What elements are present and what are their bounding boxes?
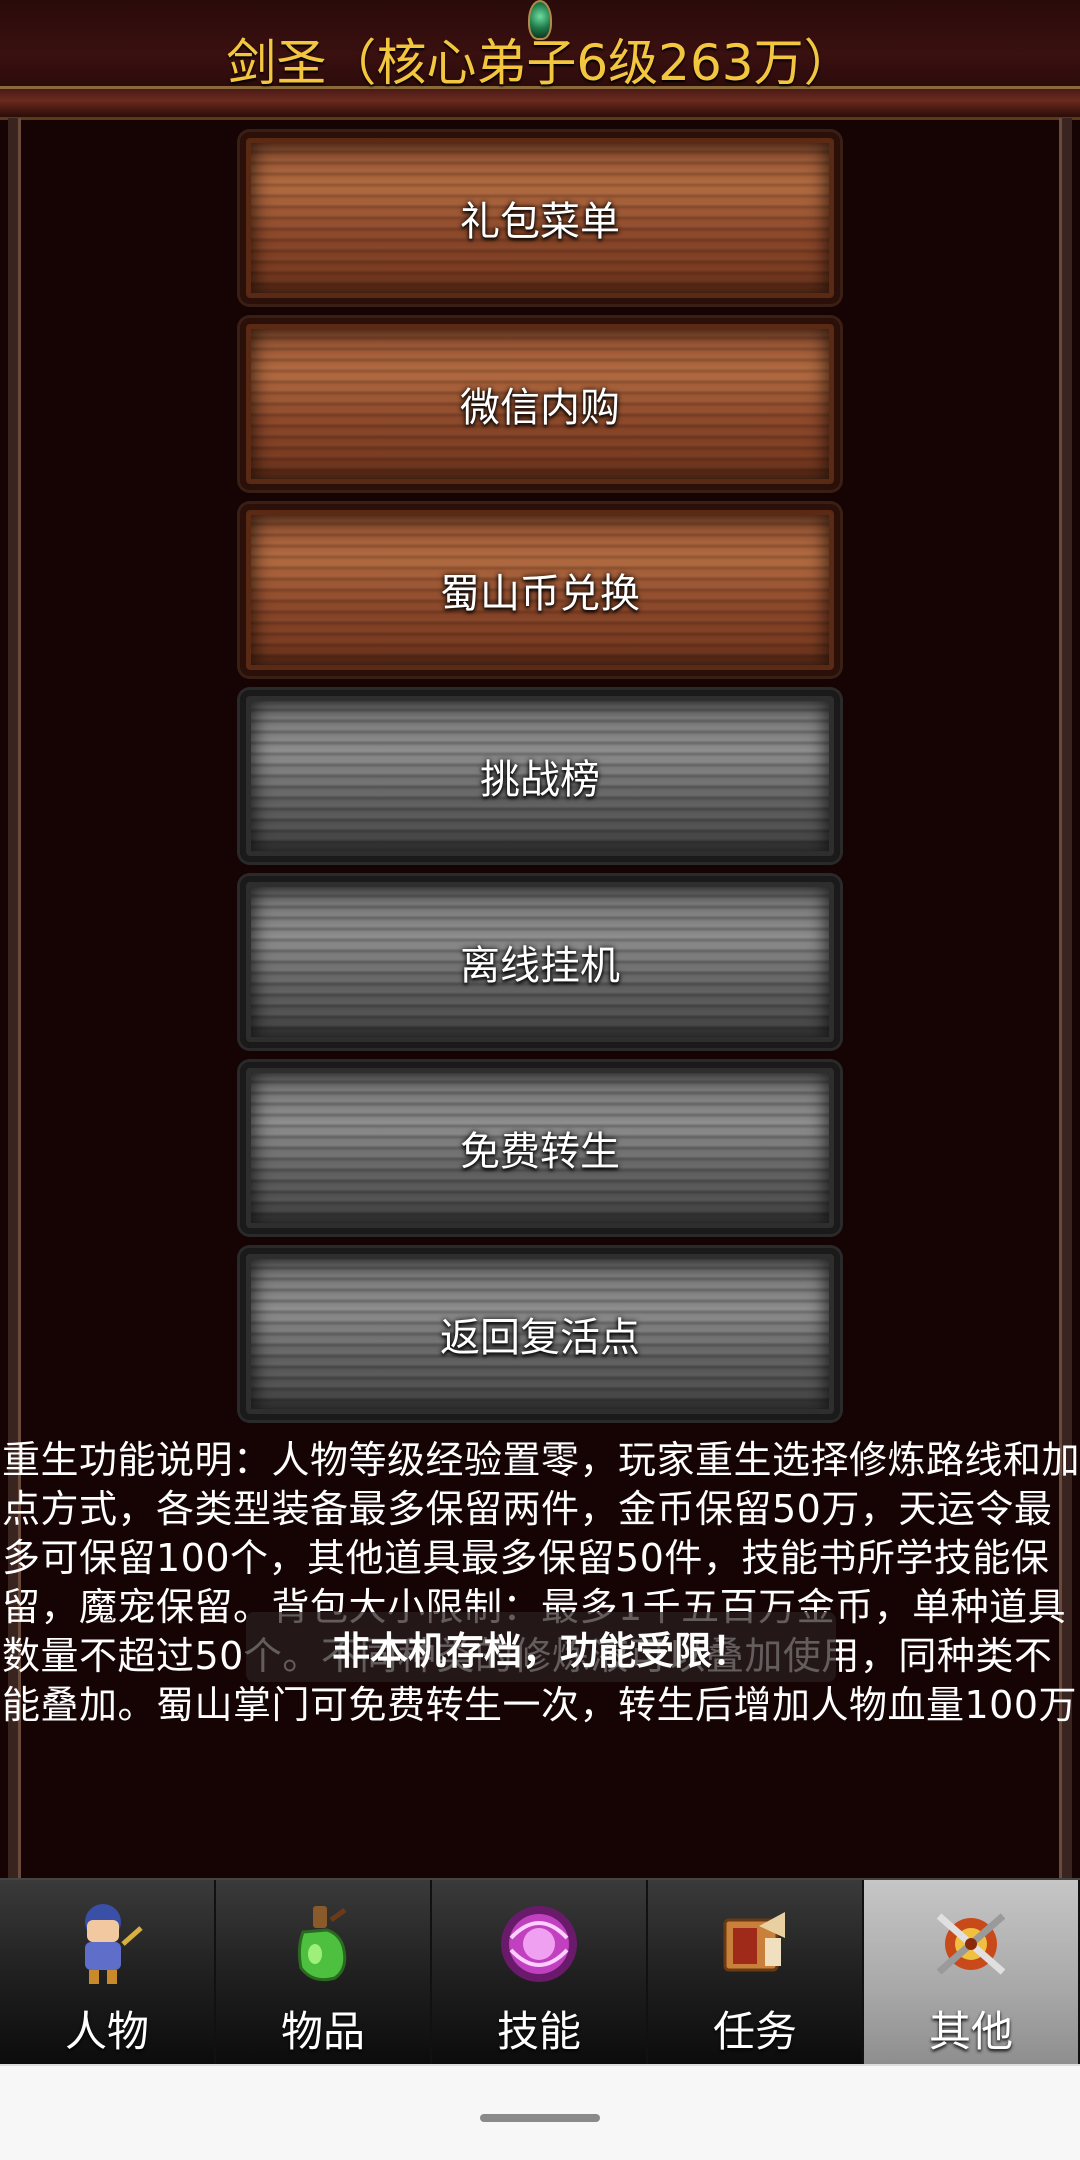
crossed-swords-icon (923, 1896, 1019, 1992)
menu-button-label: 返回复活点 (440, 1315, 640, 1361)
tab-items[interactable]: 物品 (216, 1880, 432, 2064)
app-screen: 剑圣（核心弟子6级263万） 礼包菜单 微信内购 蜀山币兑换 挑战榜 离线挂机 … (0, 0, 1080, 2160)
character-icon (59, 1896, 155, 1992)
main-menu: 礼包菜单 微信内购 蜀山币兑换 挑战榜 离线挂机 免费转生 返回复活点 (240, 132, 840, 1434)
menu-button-label: 礼包菜单 (460, 199, 620, 245)
currency-exchange-button[interactable]: 蜀山币兑换 (240, 504, 840, 676)
gift-menu-button[interactable]: 礼包菜单 (240, 132, 840, 304)
toast-message: 非本机存档，功能受限！ (246, 1612, 836, 1682)
offline-idle-button[interactable]: 离线挂机 (240, 876, 840, 1048)
tab-label: 技能 (496, 2007, 581, 2056)
tab-label: 其他 (928, 2007, 1013, 2056)
page-title: 剑圣（核心弟子6级263万） (226, 34, 854, 92)
system-navigation-bar (0, 2064, 1080, 2160)
menu-button-label: 挑战榜 (480, 757, 600, 803)
menu-button-label: 免费转生 (460, 1129, 620, 1175)
tab-other[interactable]: 其他 (864, 1880, 1080, 2064)
tab-quests[interactable]: 任务 (648, 1880, 864, 2064)
wechat-purchase-button[interactable]: 微信内购 (240, 318, 840, 490)
menu-button-label: 微信内购 (460, 385, 620, 431)
tab-label: 任务 (712, 2007, 797, 2056)
quest-scroll-icon (707, 1896, 803, 1992)
menu-button-label: 蜀山币兑换 (440, 571, 640, 617)
rebirth-description: 重生功能说明：人物等级经验置零，玩家重生选择修炼路线和加点方式，各类型装备最多保… (2, 1438, 1080, 1727)
menu-button-label: 离线挂机 (460, 943, 620, 989)
tab-label: 人物 (64, 2007, 149, 2056)
skill-orb-icon (491, 1896, 587, 1992)
challenge-ranking-button[interactable]: 挑战榜 (240, 690, 840, 862)
home-gesture-handle[interactable] (480, 2114, 600, 2122)
free-rebirth-button[interactable]: 免费转生 (240, 1062, 840, 1234)
header: 剑圣（核心弟子6级263万） (0, 0, 1080, 120)
tab-character[interactable]: 人物 (0, 1880, 216, 2064)
tab-skills[interactable]: 技能 (432, 1880, 648, 2064)
bottom-nav: 人物 物品 技能 任务 其他 (0, 1878, 1080, 2064)
tab-label: 物品 (280, 2007, 365, 2056)
return-respawn-button[interactable]: 返回复活点 (240, 1248, 840, 1420)
potion-icon (275, 1896, 371, 1992)
